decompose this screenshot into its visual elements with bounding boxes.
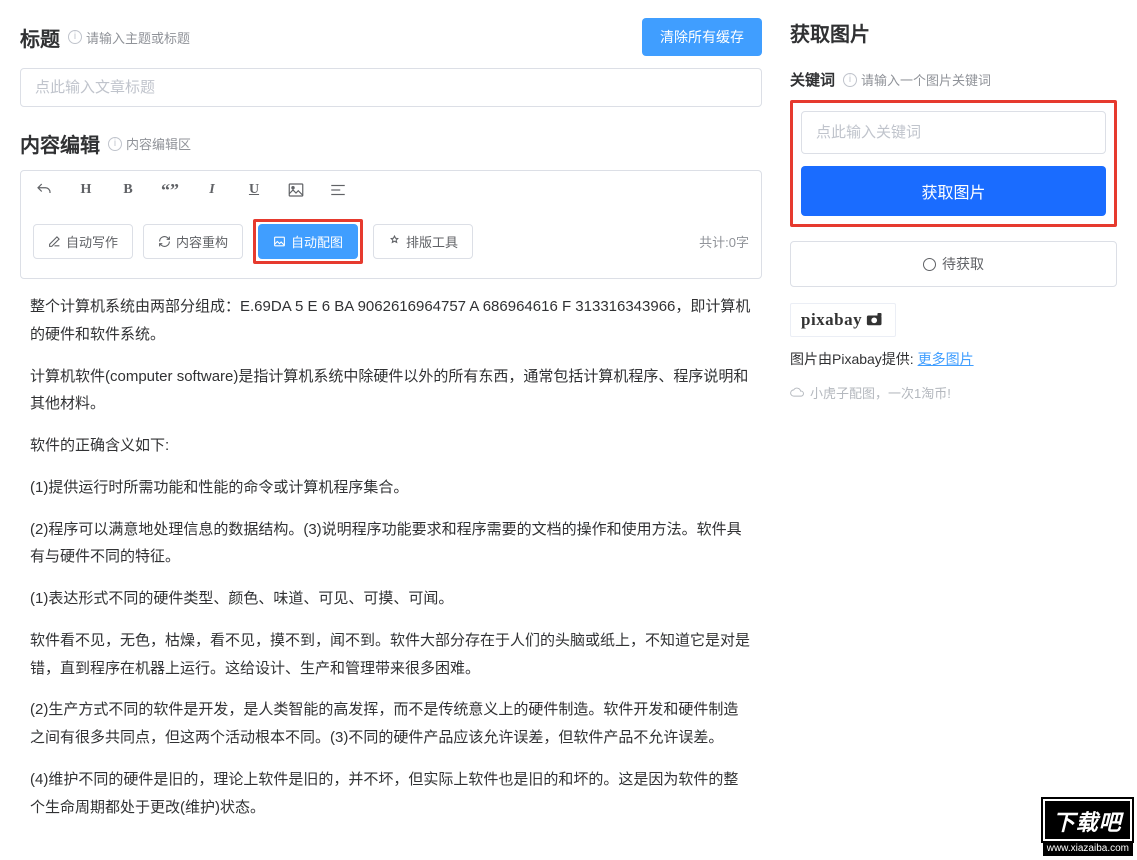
editor-box: H B “” I U 自动写作 内容重构 <box>20 170 762 279</box>
quote-icon[interactable]: “” <box>159 179 181 201</box>
provider-line: 图片由Pixabay提供: 更多图片 <box>790 349 1117 369</box>
paragraph: (1)表达形式不同的硬件类型、颜色、味道、可见、可摸、可闻。 <box>30 585 752 613</box>
status-circle-icon <box>923 258 936 271</box>
italic-icon[interactable]: I <box>201 179 223 201</box>
paragraph: (2)程序可以满意地处理信息的数据结构。(3)说明程序功能要求和程序需要的文档的… <box>30 516 752 572</box>
char-count: 共计:0字 <box>699 232 749 251</box>
paragraph: (2)生产方式不同的软件是开发，是人类智能的高发挥，而不是传统意义上的硬件制造。… <box>30 696 752 752</box>
undo-icon[interactable] <box>33 179 55 201</box>
paragraph: 整个计算机系统由两部分组成：E.69DA 5 E 6 BA 9062616964… <box>30 293 752 349</box>
bold-icon[interactable]: B <box>117 179 139 201</box>
auto-write-button[interactable]: 自动写作 <box>33 224 133 259</box>
paragraph: (1)提供运行时所需功能和性能的命令或计算机程序集合。 <box>30 474 752 502</box>
align-icon[interactable] <box>327 179 349 201</box>
content-hint: i 内容编辑区 <box>108 134 191 153</box>
title-section-label: 标题 <box>20 23 60 52</box>
underline-icon[interactable]: U <box>243 179 265 201</box>
highlight-auto-image: 自动配图 <box>253 219 363 264</box>
fetch-image-button[interactable]: 获取图片 <box>801 166 1106 216</box>
keyword-hint: i 请输入一个图片关键词 <box>843 70 991 89</box>
paragraph: 计算机软件(computer software)是指计算机系统中除硬件以外的所有… <box>30 363 752 419</box>
content-section-label: 内容编辑 <box>20 129 100 158</box>
info-icon: i <box>68 30 82 44</box>
paragraph: 软件看不见，无色，枯燥，看不见，摸不到，闻不到。软件大部分存在于人们的头脑或纸上… <box>30 627 752 683</box>
heading-icon[interactable]: H <box>75 179 97 201</box>
article-title-input[interactable] <box>20 68 762 107</box>
layout-tool-button[interactable]: 排版工具 <box>373 224 473 259</box>
keyword-label: 关键词 <box>790 69 835 90</box>
camera-icon <box>865 311 885 331</box>
image-icon[interactable] <box>285 179 307 201</box>
clear-cache-button[interactable]: 清除所有缓存 <box>642 18 762 56</box>
restructure-button[interactable]: 内容重构 <box>143 224 243 259</box>
provider-logo: pixabay <box>790 303 896 337</box>
content-area[interactable]: 整个计算机系统由两部分组成：E.69DA 5 E 6 BA 9062616964… <box>20 279 762 849</box>
paragraph: 软件的正确含义如下: <box>30 432 752 460</box>
format-toolbar: H B “” I U <box>21 171 761 209</box>
watermark: 下载吧 www.xiazaiba.com <box>1043 799 1133 856</box>
highlight-keyword-box: 获取图片 <box>790 100 1117 227</box>
paragraph: (4)维护不同的硬件是旧的，理论上软件是旧的，并不坏，但实际上软件也是旧的和坏的… <box>30 766 752 822</box>
action-toolbar: 自动写作 内容重构 自动配图 排版工具 共计:0字 <box>21 209 761 278</box>
info-icon: i <box>108 137 122 151</box>
keyword-input[interactable] <box>801 111 1106 154</box>
sidebar-title: 获取图片 <box>790 18 1117 47</box>
cloud-icon <box>790 387 805 399</box>
footer-hint: 小虎子配图，一次1淘币! <box>790 383 1117 402</box>
auto-image-button[interactable]: 自动配图 <box>258 224 358 259</box>
fetch-status: 待获取 <box>790 241 1117 287</box>
title-hint: i 请输入主题或标题 <box>68 28 190 47</box>
more-images-link[interactable]: 更多图片 <box>918 351 974 367</box>
info-icon: i <box>843 73 857 87</box>
